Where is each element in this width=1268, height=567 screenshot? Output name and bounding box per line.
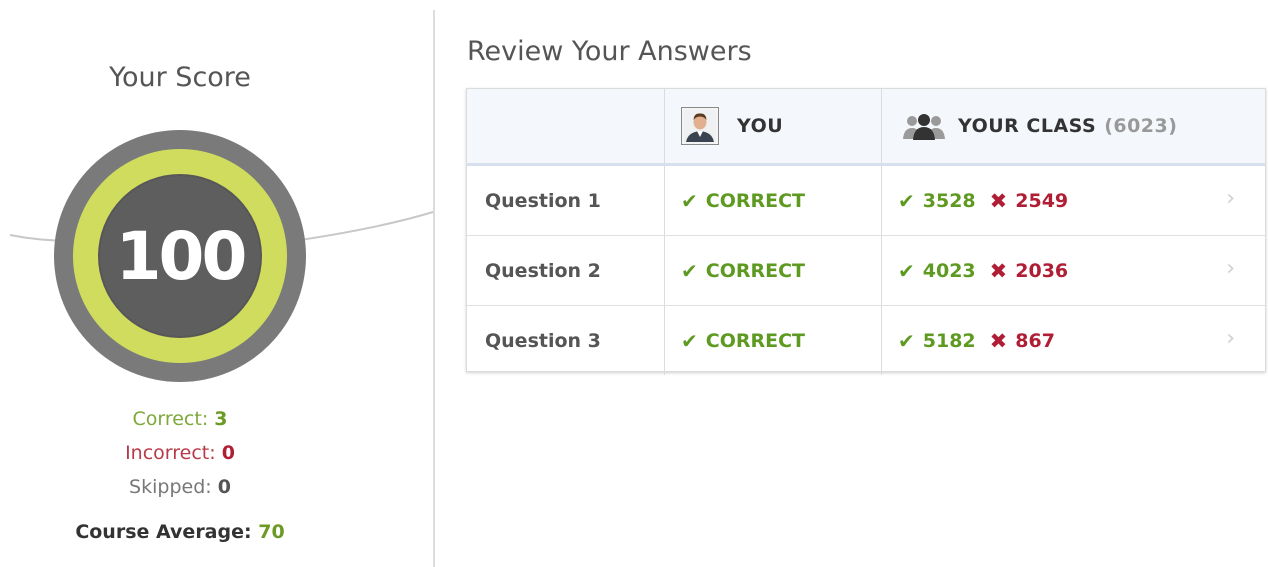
checkmark-icon: ✔: [681, 328, 698, 353]
your-result: ✔ CORRECT: [665, 236, 882, 305]
question-label: Question 2: [467, 236, 665, 305]
cross-icon: ✖: [989, 258, 1008, 283]
review-title: Review Your Answers: [467, 36, 752, 67]
group-users-icon: [902, 112, 946, 140]
question-label: Question 1: [467, 166, 665, 235]
cross-icon: ✖: [989, 328, 1008, 353]
course-average-value: 70: [258, 521, 285, 543]
checkmark-icon: ✔: [898, 328, 915, 353]
score-stats: Correct: 3 Incorrect: 0 Skipped: 0: [0, 402, 360, 504]
checkmark-icon: ✔: [681, 188, 698, 213]
score-title: Your Score: [109, 62, 251, 93]
checkmark-icon: ✔: [898, 188, 915, 213]
review-table: YOU YOUR CLASS (6023) Question 1 ✔ CORRE…: [466, 88, 1266, 375]
header-class-label: YOUR CLASS: [958, 115, 1097, 137]
stat-correct-label: Correct:: [132, 408, 209, 430]
table-header: YOU YOUR CLASS (6023): [467, 89, 1265, 166]
course-average-label: Course Average:: [75, 521, 252, 543]
checkmark-icon: ✔: [898, 258, 915, 283]
stat-skipped: Skipped: 0: [0, 470, 360, 504]
score-ring: 100: [54, 130, 306, 382]
stat-incorrect-label: Incorrect:: [125, 442, 216, 464]
table-row[interactable]: Question 1 ✔ CORRECT ✔ 3528 ✖ 2549 ›: [467, 166, 1265, 236]
chevron-right-icon[interactable]: ›: [1226, 256, 1235, 281]
score-circle: 100: [98, 174, 262, 338]
your-result-label: CORRECT: [705, 189, 806, 212]
your-result-label: CORRECT: [705, 329, 806, 352]
class-correct-count: 4023: [922, 259, 976, 282]
stat-skipped-value: 0: [217, 476, 231, 498]
your-result-label: CORRECT: [705, 259, 806, 282]
class-result: ✔ 3528 ✖ 2549: [882, 166, 1265, 235]
stat-incorrect-value: 0: [221, 442, 235, 464]
user-avatar-icon: [681, 107, 719, 145]
question-label: Question 3: [467, 306, 665, 375]
header-your-class: YOUR CLASS (6023): [882, 89, 1265, 163]
header-empty-cell: [467, 89, 665, 163]
your-result: ✔ CORRECT: [665, 306, 882, 375]
header-you: YOU: [665, 89, 882, 163]
stat-correct-value: 3: [214, 408, 228, 430]
table-row[interactable]: Question 2 ✔ CORRECT ✔ 4023 ✖ 2036 ›: [467, 236, 1265, 306]
header-class-count: (6023): [1104, 115, 1178, 137]
panel-divider: [433, 10, 435, 567]
class-correct-count: 3528: [922, 189, 976, 212]
table-row[interactable]: Question 3 ✔ CORRECT ✔ 5182 ✖ 867 ›: [467, 306, 1265, 375]
stat-skipped-label: Skipped:: [129, 476, 212, 498]
class-result: ✔ 5182 ✖ 867: [882, 306, 1265, 375]
your-result: ✔ CORRECT: [665, 166, 882, 235]
chevron-right-icon[interactable]: ›: [1226, 186, 1235, 211]
chevron-right-icon[interactable]: ›: [1226, 326, 1235, 351]
header-you-label: YOU: [737, 115, 784, 137]
score-progress-ring: 100: [73, 149, 287, 363]
class-incorrect-count: 867: [1015, 329, 1055, 352]
checkmark-icon: ✔: [681, 258, 698, 283]
class-result: ✔ 4023 ✖ 2036: [882, 236, 1265, 305]
stat-incorrect: Incorrect: 0: [0, 436, 360, 470]
class-incorrect-count: 2549: [1015, 189, 1069, 212]
course-average: Course Average: 70: [0, 521, 360, 543]
class-correct-count: 5182: [922, 329, 976, 352]
stat-correct: Correct: 3: [0, 402, 360, 436]
class-incorrect-count: 2036: [1015, 259, 1069, 282]
score-value: 100: [115, 217, 248, 295]
cross-icon: ✖: [989, 188, 1008, 213]
